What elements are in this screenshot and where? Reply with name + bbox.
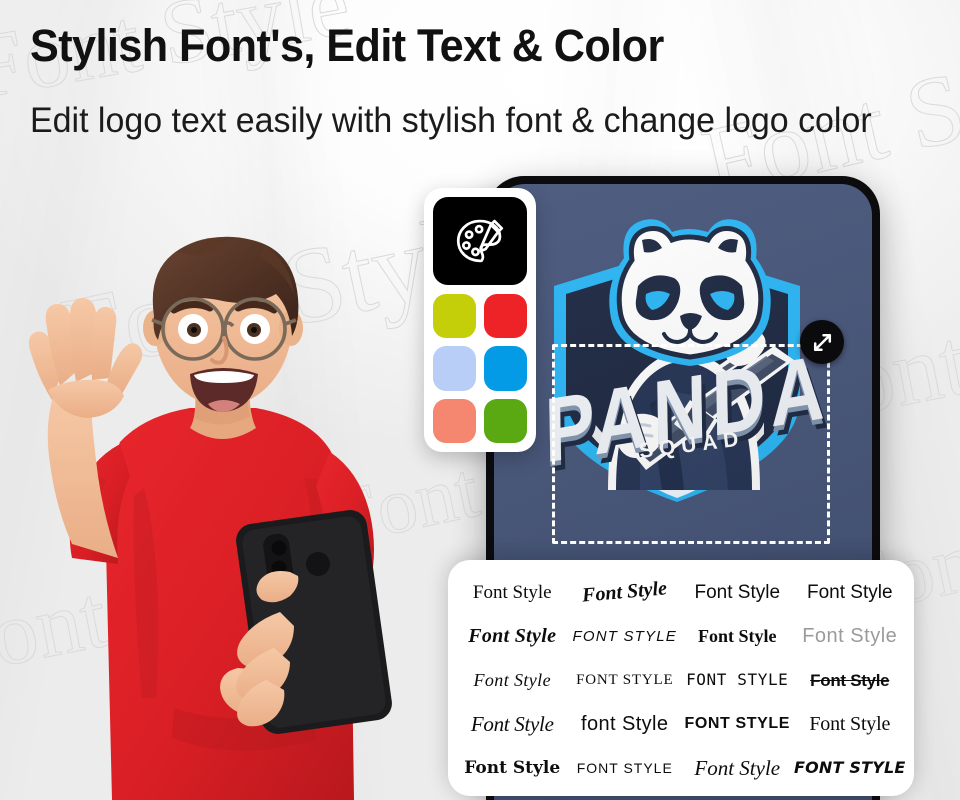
font-style-option[interactable]: Font Style bbox=[807, 583, 893, 602]
font-style-option[interactable]: Font Style bbox=[694, 757, 780, 779]
font-style-option[interactable]: Font Style bbox=[802, 626, 897, 646]
logo-selection-box[interactable] bbox=[552, 344, 830, 544]
font-style-option[interactable]: Font Style bbox=[698, 627, 777, 645]
font-style-option[interactable]: Font Style bbox=[471, 713, 554, 735]
promo-banner: Font Style Font Style Font Style Font St… bbox=[0, 0, 960, 800]
swatch-red[interactable] bbox=[484, 294, 527, 339]
swatch-bright-blue[interactable] bbox=[484, 346, 527, 391]
resize-diagonal-icon[interactable] bbox=[800, 320, 844, 364]
font-style-option[interactable]: FONT STYLE bbox=[684, 716, 790, 732]
person-photo bbox=[0, 228, 462, 800]
font-style-option[interactable]: Font Style bbox=[468, 626, 556, 646]
font-style-option[interactable]: Font Style bbox=[473, 583, 552, 602]
font-style-option[interactable]: FONT STYLE bbox=[794, 760, 906, 776]
font-style-option[interactable]: Font Style bbox=[474, 671, 551, 689]
font-style-option[interactable]: FONT STYLE bbox=[686, 672, 788, 688]
font-style-option[interactable]: Font Style bbox=[576, 672, 673, 688]
font-styles-panel[interactable]: Font Style Font Style Font Style Font Style… bbox=[448, 560, 914, 796]
font-style-option[interactable]: Font Style bbox=[809, 714, 890, 734]
font-style-option[interactable]: FONT STYLE bbox=[577, 761, 673, 775]
page-title: Stylish Font's, Edit Text & Color bbox=[30, 20, 664, 71]
font-style-option[interactable]: Font Style bbox=[694, 583, 780, 602]
font-style-option[interactable]: Font Style bbox=[810, 672, 889, 689]
swatch-green[interactable] bbox=[484, 398, 527, 443]
page-subtitle: Edit logo text easily with stylish font … bbox=[30, 101, 872, 140]
font-style-option[interactable]: FONT STYLE bbox=[572, 629, 677, 644]
font-style-option[interactable]: Font Style bbox=[581, 577, 668, 606]
font-style-option[interactable]: font Style bbox=[581, 714, 668, 734]
font-style-option[interactable]: Font Style bbox=[464, 759, 560, 777]
